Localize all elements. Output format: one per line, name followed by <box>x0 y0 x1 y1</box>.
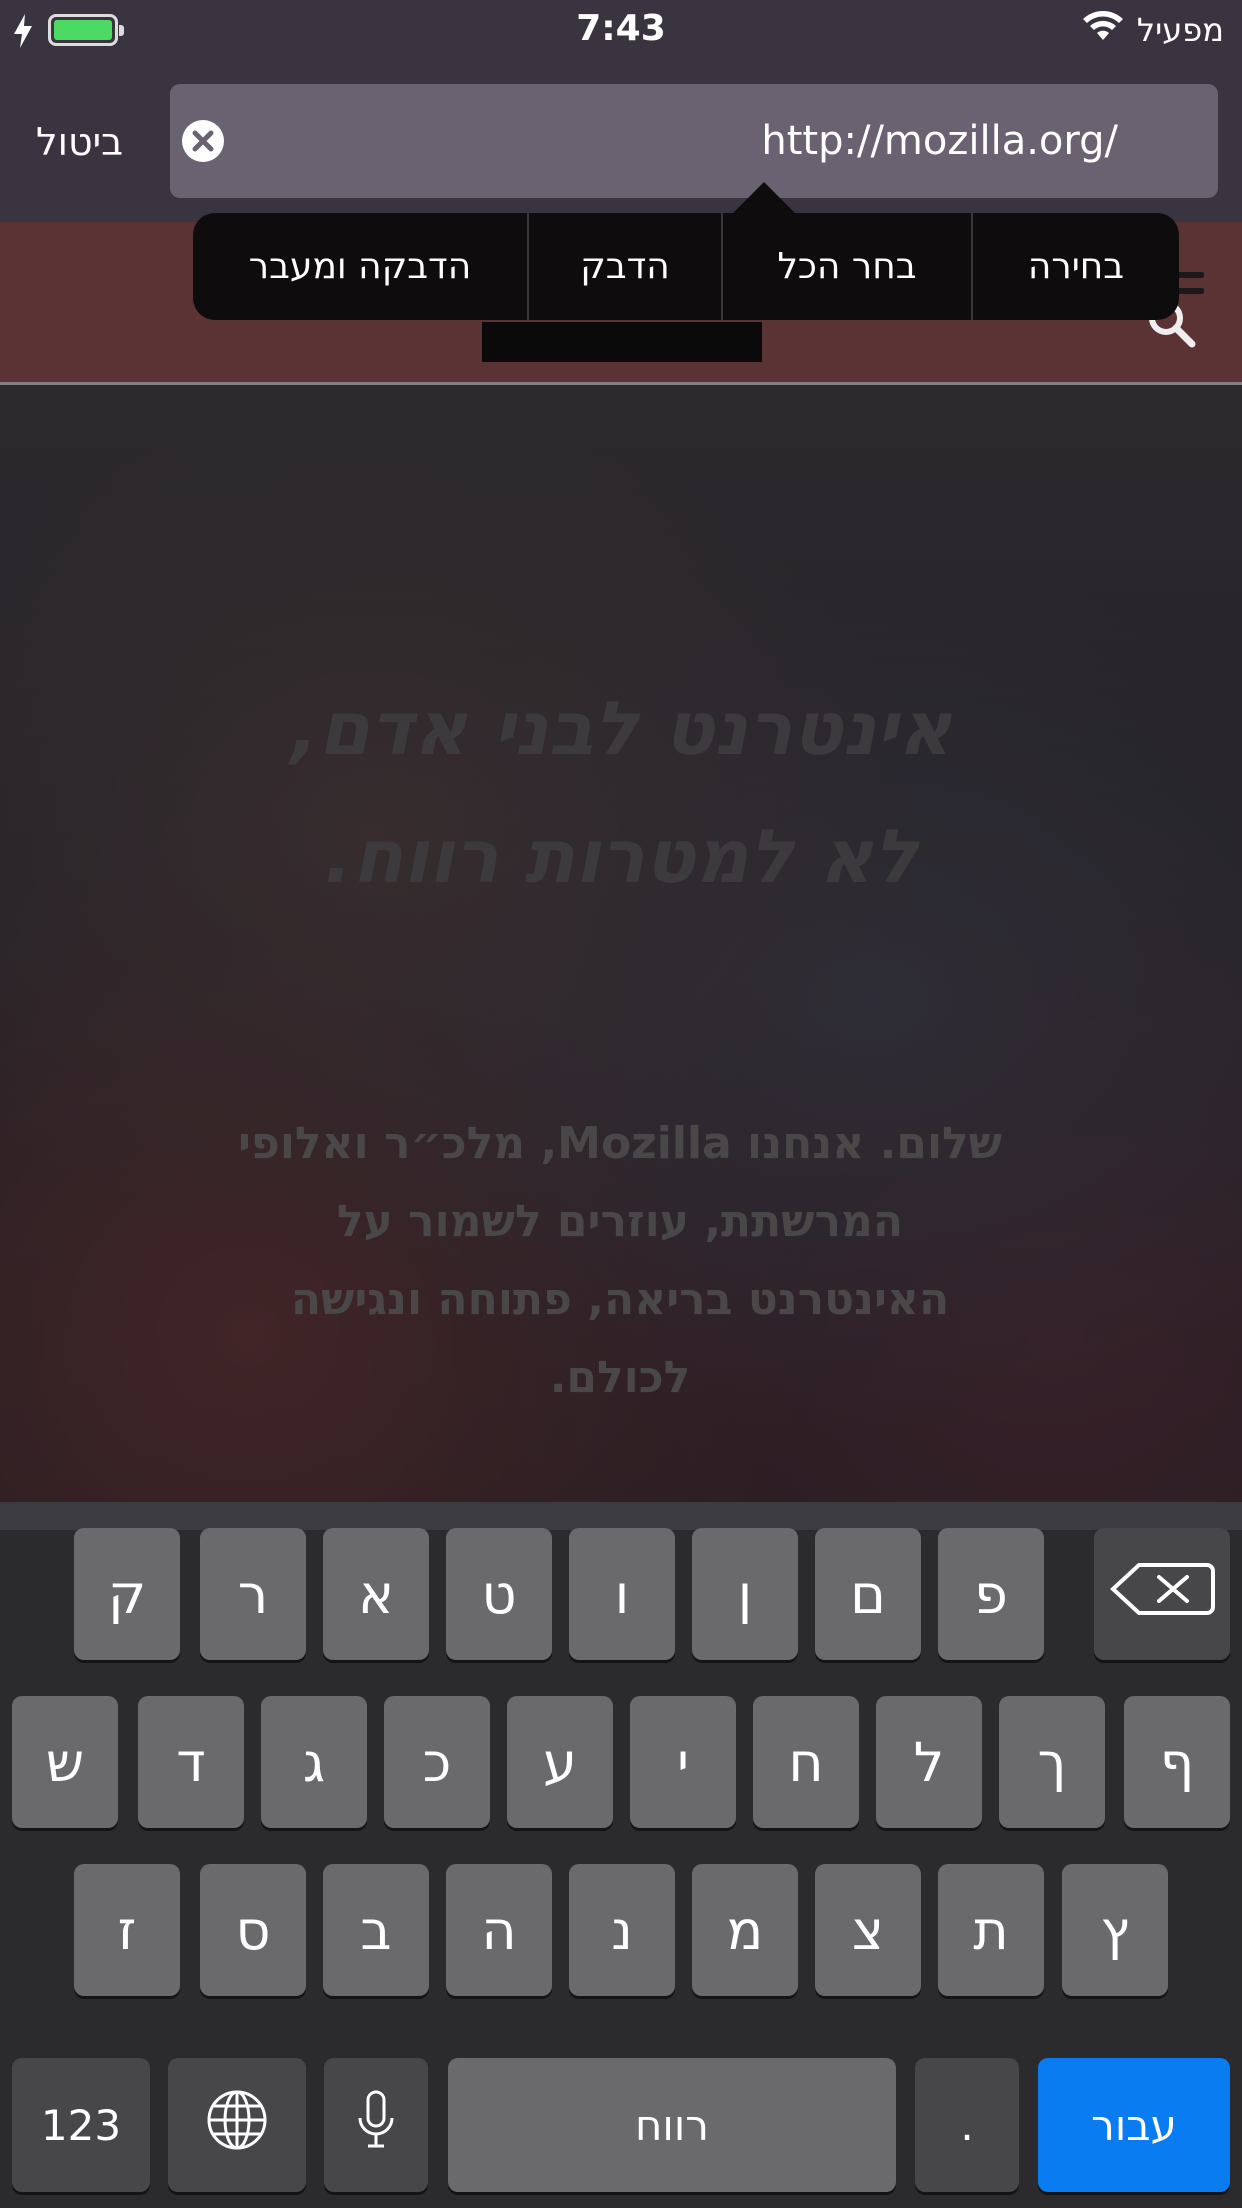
context-menu-arrow <box>732 182 796 214</box>
keyboard: ק ר א ט ו ן ם פ ש ד ג כ ע י ח ל ך ף ז ס … <box>0 1502 1242 2208</box>
numbers-key[interactable]: 123 <box>12 2058 150 2192</box>
key-tet[interactable]: ט <box>446 1528 552 1660</box>
hero-section: אינטרנט לבני אדם, לא למטרות רווח. שלום. … <box>0 385 1242 1502</box>
globe-icon <box>206 2089 268 2161</box>
key-ayin[interactable]: ע <box>507 1696 613 1828</box>
go-key[interactable]: עבור <box>1038 2058 1230 2192</box>
key-nun[interactable]: נ <box>569 1864 675 1996</box>
key-kaf[interactable]: כ <box>384 1696 490 1828</box>
key-qof[interactable]: ק <box>74 1528 180 1660</box>
hero-text-line: שלום. אנחנו Mozilla, מלכ״ר ואלופי <box>237 1118 1003 1169</box>
hero-title-line: אינטרנט לבני אדם, <box>290 686 952 772</box>
selected-text-highlight <box>482 322 762 362</box>
hero-text: שלום. אנחנו Mozilla, מלכ״ר ואלופי המרשתת… <box>170 1105 1070 1417</box>
key-tav[interactable]: ת <box>938 1864 1044 1996</box>
key-dalet[interactable]: ד <box>138 1696 244 1828</box>
key-final-kaf[interactable]: ך <box>999 1696 1105 1828</box>
hero-title-line: לא למטרות רווח. <box>324 814 918 900</box>
url-text: http://mozilla.org/ <box>761 118 1118 164</box>
menu-item-paste[interactable]: הדבק <box>527 213 721 320</box>
key-final-tsadi[interactable]: ץ <box>1062 1864 1168 1996</box>
key-pe[interactable]: פ <box>938 1528 1044 1660</box>
clear-text-icon[interactable] <box>182 120 224 162</box>
url-bar: ביטול http://mozilla.org/ <box>0 62 1242 222</box>
key-vav[interactable]: ו <box>569 1528 675 1660</box>
hero-text-line: האינטרנט בריאה, פתוחה ונגישה <box>290 1274 950 1325</box>
key-final-mem[interactable]: ם <box>815 1528 921 1660</box>
key-alef[interactable]: א <box>323 1528 429 1660</box>
dictation-key[interactable] <box>324 2058 428 2192</box>
key-bet[interactable]: ב <box>323 1864 429 1996</box>
cancel-button[interactable]: ביטול <box>36 120 123 164</box>
key-mem[interactable]: מ <box>692 1864 798 1996</box>
hero-text-line: לכולם. <box>549 1352 691 1403</box>
key-shin[interactable]: ש <box>12 1696 118 1828</box>
globe-key[interactable] <box>168 2058 306 2192</box>
context-menu: בחירה בחר הכל הדבק הדבקה ומעבר <box>193 213 1179 320</box>
menu-item-paste-and-go[interactable]: הדבקה ומעבר <box>193 213 527 320</box>
period-key[interactable]: . <box>915 2058 1019 2192</box>
status-bar: 7:43 מפעיל <box>0 0 1242 62</box>
status-right: מפעיל <box>1081 10 1224 50</box>
key-samekh[interactable]: ס <box>200 1864 306 1996</box>
hero-text-line: המרשתת, עוזרים לשמור על <box>336 1196 904 1247</box>
hero-title: אינטרנט לבני אדם, לא למטרות רווח. <box>0 665 1242 921</box>
menu-item-select[interactable]: בחירה <box>971 213 1179 320</box>
space-key[interactable]: רווח <box>448 2058 896 2192</box>
menu-item-select-all[interactable]: בחר הכל <box>721 213 971 320</box>
backspace-key[interactable] <box>1094 1528 1230 1660</box>
key-lamed[interactable]: ל <box>876 1696 982 1828</box>
key-resh[interactable]: ר <box>200 1528 306 1660</box>
key-zayin[interactable]: ז <box>74 1864 180 1996</box>
wifi-icon <box>1081 10 1125 50</box>
key-final-nun[interactable]: ן <box>692 1528 798 1660</box>
microphone-icon <box>356 2090 396 2160</box>
key-final-pe[interactable]: ף <box>1124 1696 1230 1828</box>
key-tsadi[interactable]: צ <box>815 1864 921 1996</box>
carrier-label: מפעיל <box>1136 11 1224 49</box>
key-het[interactable]: ח <box>753 1696 859 1828</box>
backspace-icon <box>1107 1561 1217 1627</box>
key-he[interactable]: ה <box>446 1864 552 1996</box>
key-gimel[interactable]: ג <box>261 1696 367 1828</box>
status-time: 7:43 <box>576 8 666 49</box>
key-yod[interactable]: י <box>630 1696 736 1828</box>
url-input[interactable]: http://mozilla.org/ <box>170 84 1218 198</box>
